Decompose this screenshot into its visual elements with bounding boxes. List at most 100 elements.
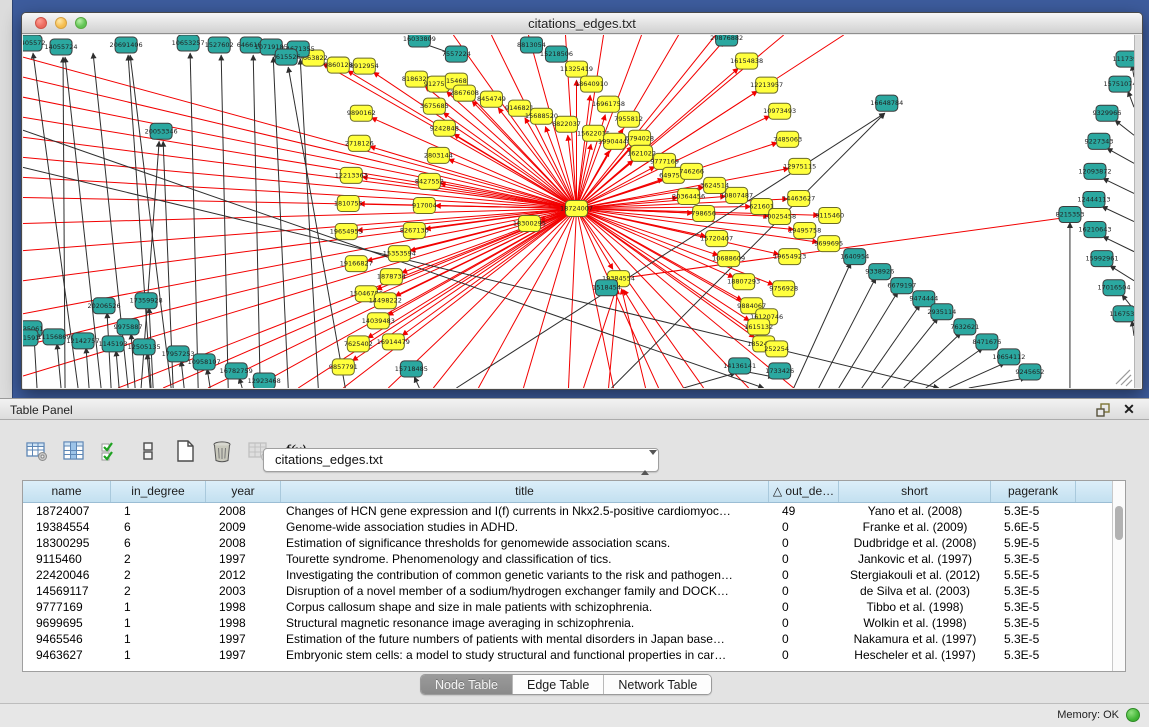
table-row[interactable]: 1938455462009Genome-wide association stu… xyxy=(23,519,1125,535)
graph-node-label: 12923468 xyxy=(248,377,281,385)
graph-node-label: 1878734 xyxy=(377,273,406,281)
table-cell: 1997 xyxy=(206,551,281,567)
table-select-dropdown[interactable]: citations_edges.txt xyxy=(263,448,659,472)
graph-node-label: 2803144 xyxy=(424,151,453,159)
network-view-canvas[interactable]: 1872400789129549890162271812612213363181… xyxy=(23,35,1134,388)
graph-node-label: 10958107 xyxy=(188,358,221,366)
graph-node-label: 10688609 xyxy=(712,255,745,263)
table-row[interactable]: 977716911998Corpus callosum shape and si… xyxy=(23,599,1125,615)
table-row[interactable]: 969969511998Structural magnetic resonanc… xyxy=(23,615,1125,631)
table-cell: 5.3E-5 xyxy=(991,551,1076,567)
graph-node-label: 20876882 xyxy=(710,35,743,42)
tab-edge-table[interactable]: Edge Table xyxy=(513,675,604,694)
table-cell: 2008 xyxy=(206,503,281,519)
table-cell: 2 xyxy=(111,583,206,599)
graph-edge xyxy=(862,305,920,388)
column-header-pagerank[interactable]: pagerank xyxy=(991,481,1076,502)
table-row[interactable]: 1830029562008Estimation of significance … xyxy=(23,535,1125,551)
table-panel-titlebar[interactable]: Table Panel ✕ xyxy=(0,398,1149,420)
graph-edge xyxy=(414,377,419,388)
table-cell: 49 xyxy=(769,503,839,519)
table-row[interactable]: 911546021997Tourette syndrome. Phenomeno… xyxy=(23,551,1125,567)
table-row[interactable]: 1872400712008Changes of HCN gene express… xyxy=(23,503,1125,519)
graph-node-label: 14055724 xyxy=(45,43,78,51)
graph-node-label: 6679197 xyxy=(887,282,916,290)
table-cell: Tibbo et al. (1998) xyxy=(839,599,991,615)
graph-edge xyxy=(609,289,618,388)
table-header-row: namein_degreeyeartitle△ out_de…shortpage… xyxy=(23,481,1125,503)
graph-node-label: 10807487 xyxy=(720,191,753,199)
graph-node-label: 19495758 xyxy=(788,227,821,235)
close-panel-icon[interactable]: ✕ xyxy=(1121,401,1137,417)
tab-network-table[interactable]: Network Table xyxy=(604,675,711,694)
table-cell: 19384554 xyxy=(23,519,111,535)
graph-node-label: 9338926 xyxy=(865,268,894,276)
graph-node-label: 9975887 xyxy=(114,323,143,331)
network-window-titlebar[interactable]: citations_edges.txt xyxy=(22,13,1142,34)
column-header-year[interactable]: year xyxy=(206,481,281,502)
graph-edge xyxy=(395,208,576,295)
scrollbar-thumb[interactable] xyxy=(1115,506,1123,540)
graph-edge xyxy=(23,208,576,223)
table-row[interactable]: 946362711997Embryonic stem cells: a mode… xyxy=(23,647,1125,663)
tab-node-table[interactable]: Node Table xyxy=(421,675,513,694)
graph-node-label: 9699695 xyxy=(814,240,843,248)
column-header-in_degree[interactable]: in_degree xyxy=(111,481,206,502)
graph-node-label: 12093872 xyxy=(1078,167,1111,175)
table-row[interactable]: 946554611997Estimation of the future num… xyxy=(23,631,1125,647)
graph-node-label: 12505135 xyxy=(128,343,161,351)
table-vertical-scrollbar[interactable] xyxy=(1112,481,1125,671)
table-cell: Estimation of significance thresholds fo… xyxy=(281,535,769,551)
table-cell: 0 xyxy=(769,567,839,583)
graph-edge xyxy=(190,53,198,388)
rows-icon[interactable] xyxy=(135,438,161,464)
graph-node-label: 9890162 xyxy=(347,109,376,117)
dropdown-stepper-icon xyxy=(641,452,651,470)
graph-node-label: 1518454 xyxy=(592,284,621,292)
table-cell: 5.5E-5 xyxy=(991,567,1076,583)
graph-node-label: 2867608 xyxy=(450,89,479,97)
graph-node-label: 1621022 xyxy=(627,149,656,157)
resize-grip-icon[interactable] xyxy=(1116,370,1132,386)
graph-node-label: 9329966 xyxy=(1093,109,1122,117)
graph-node-label: 14463627 xyxy=(782,194,815,202)
delete-icon[interactable] xyxy=(209,438,235,464)
column-header-title[interactable]: title xyxy=(281,481,769,502)
table-cell: 0 xyxy=(769,535,839,551)
graph-edge xyxy=(181,361,184,388)
graph-node-label: 11325419 xyxy=(560,65,593,73)
graph-edge xyxy=(253,55,260,388)
select-columns-icon[interactable] xyxy=(61,438,87,464)
table-cell: Franke et al. (2009) xyxy=(839,519,991,535)
table-mode-tabs: Node TableEdge TableNetwork Table xyxy=(420,674,712,695)
table-cell: 2 xyxy=(111,567,206,583)
graph-edge xyxy=(882,318,938,388)
column-header-out_de[interactable]: △ out_de… xyxy=(769,481,839,502)
float-panel-icon[interactable] xyxy=(1095,402,1111,418)
graph-node-label: 17016504 xyxy=(1097,284,1130,292)
table-row[interactable]: 1456911722003Disruption of a novel membe… xyxy=(23,583,1125,599)
graph-edge xyxy=(23,157,576,208)
table-cell: 2008 xyxy=(206,535,281,551)
new-file-icon[interactable] xyxy=(172,438,198,464)
table-settings-icon[interactable] xyxy=(24,438,50,464)
graph-node-label: 20691406 xyxy=(110,41,143,49)
table-cell: 0 xyxy=(769,519,839,535)
column-header-short[interactable]: short xyxy=(839,481,991,502)
table-cell: de Silva et al. (2003) xyxy=(839,583,991,599)
graph-edge xyxy=(926,348,983,388)
column-header-name[interactable]: name xyxy=(23,481,111,502)
memory-status-label: Memory: OK xyxy=(1057,709,1119,721)
memory-status-icon[interactable] xyxy=(1126,708,1140,722)
graph-edge xyxy=(624,290,684,388)
graph-node-label: 9146821 xyxy=(505,104,534,112)
graph-edge xyxy=(86,348,89,388)
table-cell: 9115460 xyxy=(23,551,111,567)
table-cell: Wolkin et al. (1998) xyxy=(839,615,991,631)
graph-node-label: 7557224 xyxy=(442,50,471,58)
table-row[interactable]: 2242004622012Investigating the contribut… xyxy=(23,567,1125,583)
graph-node-label: 12444113 xyxy=(1077,195,1110,203)
table-cell: 9777169 xyxy=(23,599,111,615)
table-cell: 5.6E-5 xyxy=(991,519,1076,535)
row-select-icon[interactable] xyxy=(98,438,124,464)
